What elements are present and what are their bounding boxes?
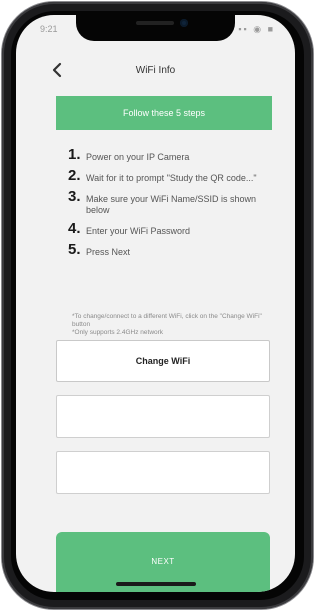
steps-list: 1. Power on your IP Camera 2. Wait for i… (68, 146, 278, 268)
status-icons: ▪▪ ◉ ■ (238, 24, 275, 34)
step-text: Make sure your WiFi Name/SSID is shown b… (86, 194, 257, 215)
page-title: WiFi Info (135, 65, 176, 76)
step-number: 2. (68, 167, 81, 184)
step-text: Press Next (86, 247, 131, 257)
speaker-grille (136, 21, 174, 25)
step-text: Enter your WiFi Password (86, 226, 191, 236)
nav-bar: WiFi Info (16, 57, 295, 87)
step-item: 1. Power on your IP Camera (68, 146, 278, 163)
steps-banner: Follow these 5 steps (56, 96, 272, 130)
step-number: 3. (68, 188, 81, 205)
home-indicator (116, 582, 196, 586)
step-item: 5. Press Next (68, 241, 278, 258)
step-item: 2. Wait for it to prompt "Study the QR c… (68, 167, 278, 184)
phone-notch (76, 15, 235, 41)
status-time: 9:21 (40, 24, 58, 34)
wifi-password-field[interactable] (56, 451, 270, 494)
note-network-support: *Only supports 2.4GHz network (72, 329, 164, 336)
step-text: Wait for it to prompt "Study the QR code… (86, 173, 257, 183)
step-number: 4. (68, 220, 81, 237)
change-wifi-button[interactable]: Change WiFi (56, 340, 270, 382)
step-text: Power on your IP Camera (86, 152, 190, 162)
step-item: 4. Enter your WiFi Password (68, 220, 278, 237)
note-change-wifi: *To change/connect to a different WiFi, … (72, 313, 262, 328)
step-number: 1. (68, 146, 81, 163)
phone-screen: 9:21 ▪▪ ◉ ■ WiFi Info Follow these 5 ste… (16, 15, 295, 592)
wifi-note: *To change/connect to a different WiFi, … (72, 313, 276, 337)
wifi-ssid-field[interactable] (56, 395, 270, 438)
step-number: 5. (68, 241, 81, 258)
front-camera (180, 19, 188, 27)
step-item: 3. Make sure your WiFi Name/SSID is show… (68, 188, 278, 216)
